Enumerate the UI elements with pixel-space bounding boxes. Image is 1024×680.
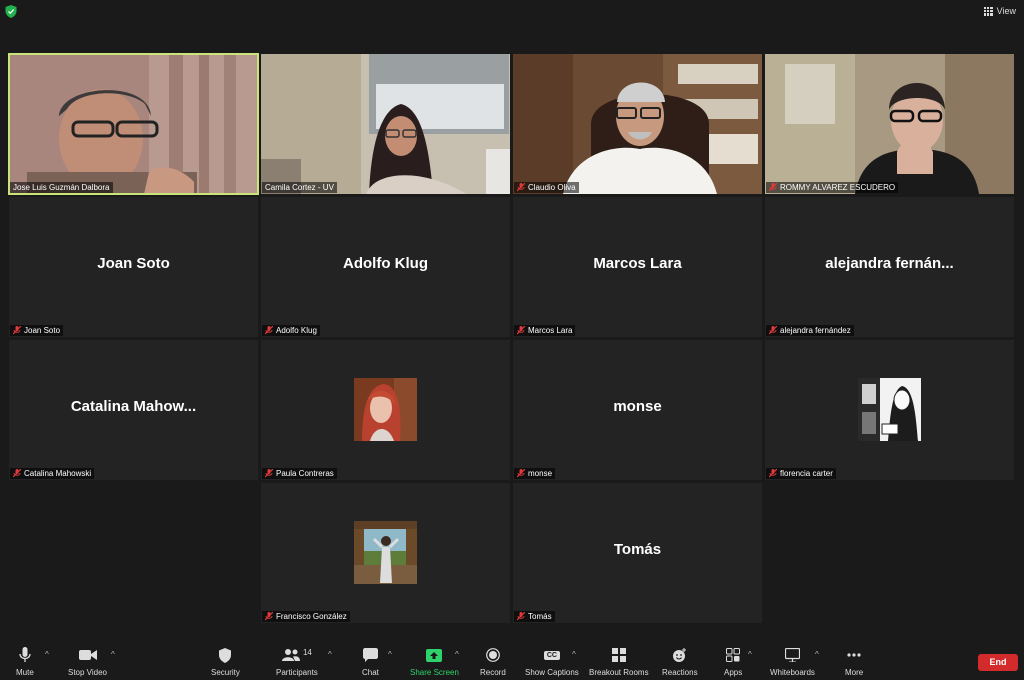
muted-mic-icon <box>517 183 525 192</box>
shield-icon[interactable] <box>5 5 17 18</box>
participant-display-name: monse <box>613 398 662 415</box>
participant-tile[interactable]: alejandra fernán... alejandra fernández <box>765 197 1014 337</box>
chevron-up-icon[interactable]: ^ <box>328 650 332 659</box>
muted-mic-icon <box>13 469 21 478</box>
participant-name-label: Claudio Oliva <box>514 182 579 193</box>
end-meeting-button[interactable]: End <box>978 654 1018 671</box>
participant-name-label: monse <box>514 468 556 479</box>
breakout-rooms-icon <box>611 648 626 662</box>
chevron-up-icon[interactable]: ^ <box>572 650 576 659</box>
participant-tile[interactable]: Camila Cortez - UV <box>261 54 510 194</box>
top-bar: View <box>0 0 1024 24</box>
participant-tile[interactable]: florencia carter <box>765 340 1014 480</box>
breakout-rooms-button[interactable]: Breakout Rooms <box>589 646 649 677</box>
video-camera-icon <box>78 650 97 660</box>
participant-name-label: Camila Cortez - UV <box>262 182 337 193</box>
participant-tile[interactable]: Adolfo Klug Adolfo Klug <box>261 197 510 337</box>
participant-tile[interactable]: Marcos Lara Marcos Lara <box>513 197 762 337</box>
view-button[interactable]: View <box>983 6 1016 16</box>
more-dots-icon <box>847 653 861 657</box>
participant-tile[interactable]: monse monse <box>513 340 762 480</box>
participants-count: 14 <box>302 647 312 657</box>
mute-button[interactable]: Mute <box>16 646 34 677</box>
profile-picture <box>858 378 921 441</box>
emoji-smile-icon <box>673 647 687 662</box>
chat-button[interactable]: Chat <box>362 646 379 677</box>
chevron-up-icon[interactable]: ^ <box>455 650 459 659</box>
whiteboard-icon <box>784 648 800 662</box>
participant-name-label: ROMMY ALVAREZ ESCUDERO <box>766 182 899 193</box>
muted-mic-icon <box>517 469 525 478</box>
participant-tile[interactable]: Paula Contreras <box>261 340 510 480</box>
participant-video <box>765 54 1014 194</box>
muted-mic-icon <box>13 326 21 335</box>
record-icon <box>485 648 500 662</box>
share-screen-icon <box>426 648 443 662</box>
closed-captions-icon: CC <box>543 650 560 660</box>
muted-mic-icon <box>769 469 777 478</box>
participant-name-label: florencia carter <box>766 468 836 479</box>
participant-name-label: Tomás <box>514 611 555 622</box>
participant-video <box>513 54 762 194</box>
record-button[interactable]: Record <box>480 646 506 677</box>
participant-name-label: Jose Luis Guzmán Dalbora <box>10 182 113 193</box>
participant-video <box>9 54 258 194</box>
participant-display-name: Catalina Mahow... <box>70 398 197 415</box>
muted-mic-icon <box>265 469 273 478</box>
chat-icon <box>362 648 378 662</box>
participant-name-label: Marcos Lara <box>514 325 576 336</box>
participant-name-label: Joan Soto <box>10 325 64 336</box>
chevron-up-icon[interactable]: ^ <box>815 650 819 659</box>
participant-tile[interactable]: ROMMY ALVAREZ ESCUDERO <box>765 54 1014 194</box>
meeting-toolbar: Mute ^ Stop Video ^ Security 14 Particip… <box>0 642 1024 680</box>
chevron-up-icon[interactable]: ^ <box>111 650 115 659</box>
participant-tile[interactable]: Tomás Tomás <box>513 483 762 623</box>
profile-picture <box>354 378 417 441</box>
participant-tile[interactable]: Jose Luis Guzmán Dalbora <box>8 53 259 195</box>
participant-name-label: Catalina Mahowski <box>10 468 95 479</box>
microphone-icon <box>19 647 31 662</box>
participant-name-label: Adolfo Klug <box>262 325 320 336</box>
apps-button[interactable]: Apps <box>724 646 742 677</box>
participant-name-label: Francisco González <box>262 611 350 622</box>
grid-icon <box>983 6 993 16</box>
participant-name-label: Paula Contreras <box>262 468 337 479</box>
muted-mic-icon <box>265 326 273 335</box>
participant-display-name: Marcos Lara <box>593 255 682 272</box>
chevron-up-icon[interactable]: ^ <box>748 650 752 659</box>
security-button[interactable]: Security <box>211 646 240 677</box>
muted-mic-icon <box>769 183 777 192</box>
profile-picture <box>354 521 417 584</box>
participant-tile[interactable]: Francisco González <box>261 483 510 623</box>
video-gallery: Jose Luis Guzmán Dalbora Camila Cortez -… <box>8 53 1014 626</box>
chevron-up-icon[interactable]: ^ <box>45 650 49 659</box>
muted-mic-icon <box>517 326 525 335</box>
shield-icon <box>219 647 232 663</box>
participant-video <box>261 54 510 194</box>
stop-video-button[interactable]: Stop Video <box>68 646 107 677</box>
participant-tile[interactable]: Joan Soto Joan Soto <box>9 197 258 337</box>
participant-display-name: alejandra fernán... <box>825 255 954 272</box>
participant-display-name: Tomás <box>613 541 662 558</box>
view-label: View <box>996 6 1016 16</box>
participants-button[interactable]: 14 Participants <box>276 646 318 678</box>
more-button[interactable]: More <box>845 646 863 677</box>
muted-mic-icon <box>517 612 525 621</box>
muted-mic-icon <box>265 612 273 621</box>
participants-icon <box>281 649 300 661</box>
whiteboards-button[interactable]: Whiteboards <box>770 646 815 677</box>
apps-icon <box>726 648 741 662</box>
participant-tile[interactable]: Claudio Oliva <box>513 54 762 194</box>
chevron-up-icon[interactable]: ^ <box>388 650 392 659</box>
show-captions-button[interactable]: CC Show Captions <box>525 646 579 677</box>
participant-tile[interactable]: Catalina Mahow... Catalina Mahowski <box>9 340 258 480</box>
muted-mic-icon <box>769 326 777 335</box>
participant-display-name: Joan Soto <box>97 255 170 272</box>
participant-display-name: Adolfo Klug <box>343 255 428 272</box>
reactions-button[interactable]: Reactions <box>662 646 698 677</box>
share-screen-button[interactable]: Share Screen <box>410 646 459 677</box>
participant-name-label: alejandra fernández <box>766 325 854 336</box>
